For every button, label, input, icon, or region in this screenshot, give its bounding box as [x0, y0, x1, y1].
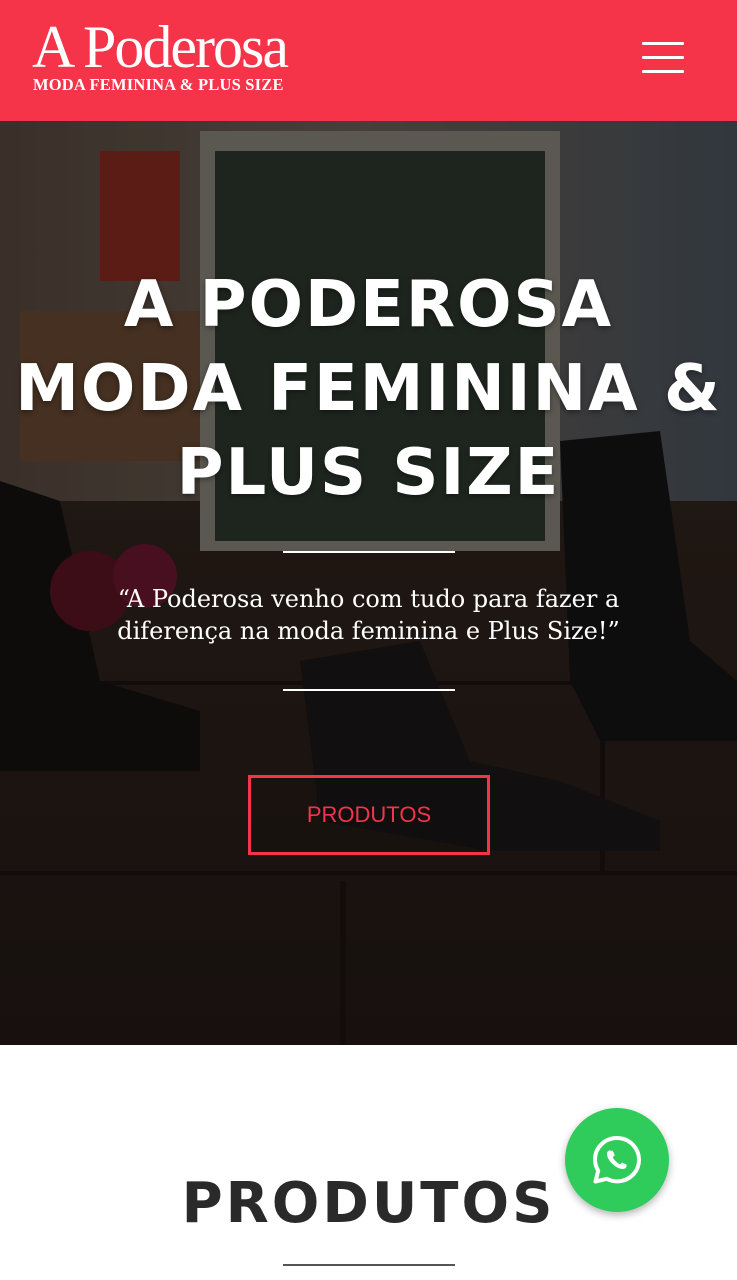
hero-title-line-2: MODA FEMININA & [15, 352, 722, 426]
hero-title: A PODEROSA MODA FEMININA & PLUS SIZE [0, 263, 737, 515]
logo-subtitle: MODA FEMININA & PLUS SIZE [33, 75, 284, 94]
whatsapp-button[interactable] [565, 1108, 669, 1212]
produtos-button[interactable]: PRODUTOS [248, 775, 490, 855]
logo-title: A Poderosa [32, 14, 289, 80]
hero-divider-top [283, 551, 455, 553]
hamburger-menu-button[interactable] [636, 38, 690, 78]
hero-title-line-3: PLUS SIZE [176, 436, 561, 510]
brand-logo[interactable]: A Poderosa MODA FEMININA & PLUS SIZE [32, 14, 332, 104]
site-header: A Poderosa MODA FEMININA & PLUS SIZE [0, 0, 737, 121]
produtos-section-divider [283, 1264, 455, 1266]
hero-banner: A PODEROSA MODA FEMININA & PLUS SIZE “A … [0, 121, 737, 1045]
whatsapp-icon [593, 1136, 641, 1184]
hero-quote: “A Poderosa venho com tudo para fazer a … [117, 585, 620, 645]
hero-title-line-1: A PODEROSA [123, 268, 614, 342]
hero-divider-bottom [283, 689, 455, 691]
